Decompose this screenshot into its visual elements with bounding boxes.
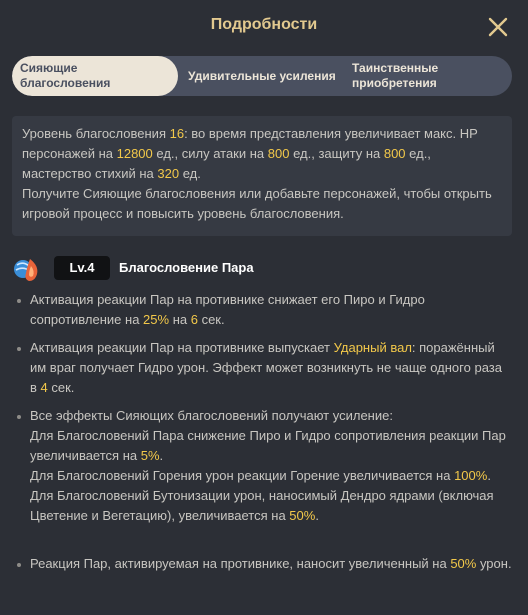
bullet-icon — [17, 299, 21, 303]
close-button[interactable] — [486, 15, 510, 39]
effect-value: 50% — [450, 556, 477, 571]
shockwave-term: Ударный вал — [333, 340, 412, 355]
tab-mysterious-gains[interactable]: Таинственные приобретения — [352, 56, 502, 96]
intro-text: ед. — [179, 166, 201, 181]
effect-text: урон. — [476, 556, 512, 571]
effect-text: Для Благословений Пара снижение Пиро и Г… — [30, 428, 506, 463]
bullet-icon — [17, 415, 21, 419]
tab-label-line2: благословения — [20, 76, 111, 90]
tab-amazing-boosts[interactable]: Удивительные усиления — [188, 56, 346, 96]
bullet-icon — [17, 563, 21, 567]
effect-value: 5% — [140, 448, 160, 463]
intro-hint: Получите Сияющие благословения или добав… — [22, 186, 492, 221]
list-item: Реакция Пар, активируемая на противнике,… — [12, 554, 512, 574]
effect-text: . — [487, 468, 491, 483]
blessing-name: Благословение Пара — [119, 260, 254, 275]
intro-text: Уровень благословения — [22, 126, 170, 141]
blessing-level-badge: Lv.4 — [54, 256, 110, 280]
details-panel: Подробности Сияющие благословения Удивит… — [0, 0, 528, 615]
intro-text: ед., силу атаки на — [152, 146, 268, 161]
list-item: Активация реакции Пар на противнике сниж… — [12, 290, 512, 330]
tab-label-line1: Сияющие — [20, 61, 78, 75]
effect-text: Реакция Пар, активируемая на противнике,… — [30, 556, 451, 571]
effect-text: Активация реакции Пар на противнике сниж… — [30, 292, 425, 327]
effect-text: . — [315, 508, 319, 523]
atk-bonus-value: 800 — [267, 146, 290, 161]
tab-label-line2: приобретения — [352, 76, 437, 90]
em-bonus-value: 320 — [157, 166, 180, 181]
tab-label-line1: Таинственные — [352, 61, 439, 75]
blessing-header: Lv.4 Благословение Пара — [12, 253, 512, 283]
tab-bar: Сияющие благословения Удивительные усиле… — [12, 56, 512, 96]
close-icon — [488, 17, 508, 37]
effect-text: на — [169, 312, 191, 327]
effect-text: Активация реакции Пар на противнике выпу… — [30, 340, 334, 355]
effect-value: 6 — [190, 312, 198, 327]
blessing-level-value: 16 — [169, 126, 185, 141]
list-item: Все эффекты Сияющих благословений получа… — [12, 406, 512, 526]
effect-value: 50% — [289, 508, 316, 523]
bullet-icon — [17, 347, 21, 351]
effect-value: 4 — [40, 380, 48, 395]
effect-value: 100% — [454, 468, 488, 483]
effect-text: Для Благословений Бутонизации урон, нано… — [30, 488, 494, 523]
header: Подробности — [0, 0, 528, 54]
effect-text: сек. — [47, 380, 75, 395]
hp-bonus-value: 12800 — [116, 146, 153, 161]
page-title: Подробности — [210, 16, 318, 33]
effect-value: 25% — [143, 312, 170, 327]
list-item: Активация реакции Пар на противнике выпу… — [12, 338, 512, 398]
effect-text: Для Благословений Горения урон реакции Г… — [30, 468, 455, 483]
blessing-level-info: Уровень благословения 16: во время предс… — [12, 116, 512, 236]
vaporize-blessing-icon — [14, 259, 38, 281]
effect-text: Все эффекты Сияющих благословений получа… — [30, 408, 393, 423]
tab-radiant-blessings[interactable]: Сияющие благословения — [12, 56, 178, 96]
def-bonus-value: 800 — [383, 146, 406, 161]
tab-label-line1: Удивительные усиления — [188, 68, 336, 83]
effect-text: сек. — [197, 312, 225, 327]
intro-text: ед., защиту на — [289, 146, 384, 161]
effect-text: . — [159, 448, 164, 463]
